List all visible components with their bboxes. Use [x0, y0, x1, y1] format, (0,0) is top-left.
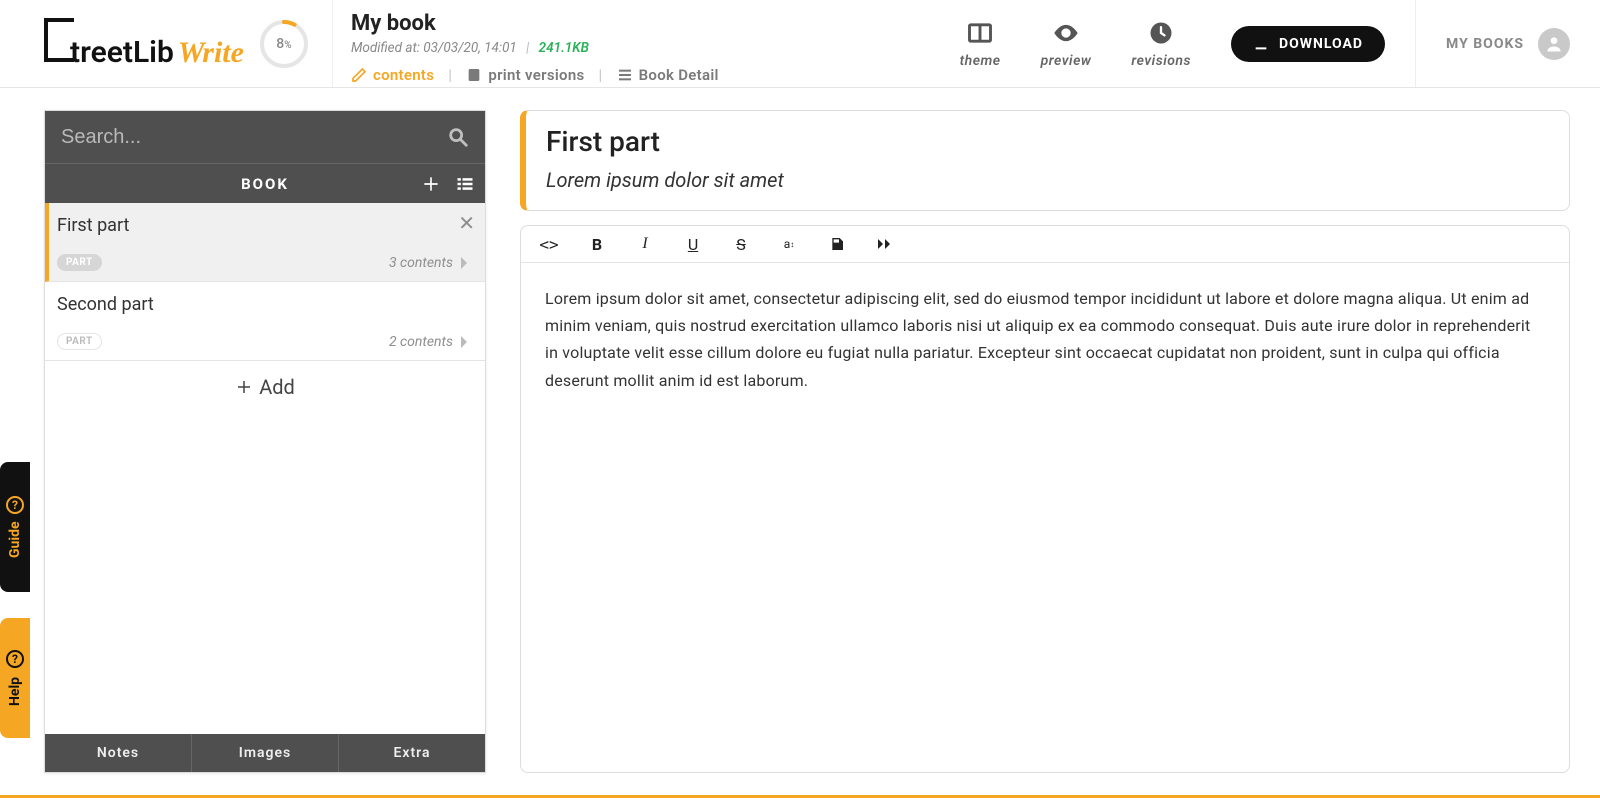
- list-icon: [617, 67, 633, 83]
- book-section-header: BOOK: [45, 163, 485, 203]
- logo-streetlib: treetLib: [70, 35, 174, 70]
- contents-count[interactable]: 2 contents: [389, 334, 469, 350]
- more-icon[interactable]: [875, 234, 895, 254]
- download-icon: [1253, 36, 1269, 52]
- pipe: |: [526, 40, 529, 56]
- chevron-right-icon: [459, 335, 469, 349]
- search-bar: [45, 111, 485, 163]
- guide-tab[interactable]: Guide ?: [0, 462, 30, 592]
- modified-at: Modified at: 03/03/20, 14:01: [351, 40, 517, 56]
- tab-notes[interactable]: Notes: [45, 734, 192, 772]
- completion-progress[interactable]: 8%: [258, 18, 310, 70]
- part-badge: PART: [57, 254, 102, 271]
- question-icon: ?: [6, 650, 24, 668]
- header-actions: theme preview revisions DOWNLOAD: [930, 0, 1415, 87]
- editor-pane: First part Lorem ipsum dolor sit amet <>…: [520, 110, 1570, 773]
- header-user: MY BOOKS: [1415, 0, 1600, 87]
- bold-icon[interactable]: B: [587, 234, 607, 254]
- logo-write: Write: [178, 36, 244, 70]
- my-books-link[interactable]: MY BOOKS: [1446, 36, 1524, 52]
- search-input[interactable]: [61, 126, 447, 149]
- revisions-button[interactable]: revisions: [1131, 19, 1191, 69]
- columns-icon: [966, 19, 994, 47]
- book-label: BOOK: [241, 175, 289, 193]
- app-header: treetLib Write 8% My book Modified at: 0…: [0, 0, 1600, 88]
- editor-box: <> B I U S a↕ Lorem ipsum dolor sit amet…: [520, 225, 1570, 773]
- chevron-right-icon: [459, 256, 469, 270]
- search-icon[interactable]: [447, 126, 469, 148]
- editor-toolbar: <> B I U S a↕: [521, 226, 1569, 263]
- italic-icon[interactable]: I: [635, 234, 655, 254]
- question-icon: ?: [6, 496, 24, 514]
- edit-icon: [351, 67, 367, 83]
- editor-title: First part: [546, 125, 1549, 158]
- tab-contents[interactable]: contents: [351, 66, 434, 84]
- tab-book-detail[interactable]: Book Detail: [617, 66, 719, 84]
- part-badge: PART: [57, 333, 102, 350]
- close-icon[interactable]: ✕: [458, 211, 475, 235]
- preview-button[interactable]: preview: [1041, 19, 1092, 69]
- logo[interactable]: treetLib Write: [44, 18, 244, 70]
- main-layout: BOOK ✕ First part PART 3 contents Sec: [0, 88, 1600, 795]
- plus-icon: [235, 378, 253, 396]
- underline-icon[interactable]: U: [683, 234, 703, 254]
- parts-list: ✕ First part PART 3 contents Second part…: [45, 203, 485, 734]
- strike-icon[interactable]: S: [731, 234, 751, 254]
- logo-block: treetLib Write 8%: [0, 0, 333, 87]
- avatar[interactable]: [1538, 28, 1570, 60]
- eye-icon: [1052, 19, 1080, 47]
- contents-count[interactable]: 3 contents: [389, 255, 469, 271]
- part-item[interactable]: ✕ First part PART 3 contents: [45, 203, 485, 282]
- add-part-button[interactable]: Add: [45, 361, 485, 413]
- user-icon: [1544, 34, 1564, 54]
- part-title: First part: [57, 215, 469, 236]
- book-title: My book: [351, 11, 912, 36]
- download-button[interactable]: DOWNLOAD: [1231, 26, 1385, 62]
- tab-print-versions[interactable]: print versions: [466, 66, 584, 84]
- book-size: 241.1KB: [539, 40, 589, 56]
- theme-button[interactable]: theme: [960, 19, 1001, 69]
- progress-ring-icon: [258, 18, 310, 70]
- list-view-icon[interactable]: [455, 174, 475, 194]
- part-title: Second part: [57, 294, 469, 315]
- sidebar-bottom-tabs: Notes Images Extra: [45, 734, 485, 772]
- part-item[interactable]: Second part PART 2 contents: [45, 282, 485, 361]
- clock-icon: [1147, 19, 1175, 47]
- book-tabs: contents | print versions | Book Detail: [351, 66, 912, 84]
- tab-images[interactable]: Images: [192, 734, 339, 772]
- editor-header[interactable]: First part Lorem ipsum dolor sit amet: [520, 110, 1570, 211]
- sidebar: BOOK ✕ First part PART 3 contents Sec: [44, 110, 486, 773]
- editor-subtitle: Lorem ipsum dolor sit amet: [546, 168, 1549, 192]
- save-icon[interactable]: [827, 234, 847, 254]
- plus-icon[interactable]: [421, 174, 441, 194]
- book-subtitle: Modified at: 03/03/20, 14:01 | 241.1KB: [351, 40, 912, 56]
- tab-extra[interactable]: Extra: [339, 734, 485, 772]
- book-meta: My book Modified at: 03/03/20, 14:01 | 2…: [333, 0, 930, 87]
- code-icon[interactable]: <>: [539, 234, 559, 254]
- book-icon: [466, 67, 482, 83]
- help-tab[interactable]: Help ?: [0, 618, 30, 738]
- editor-body[interactable]: Lorem ipsum dolor sit amet, consectetur …: [521, 263, 1569, 772]
- font-size-icon[interactable]: a↕: [779, 234, 799, 254]
